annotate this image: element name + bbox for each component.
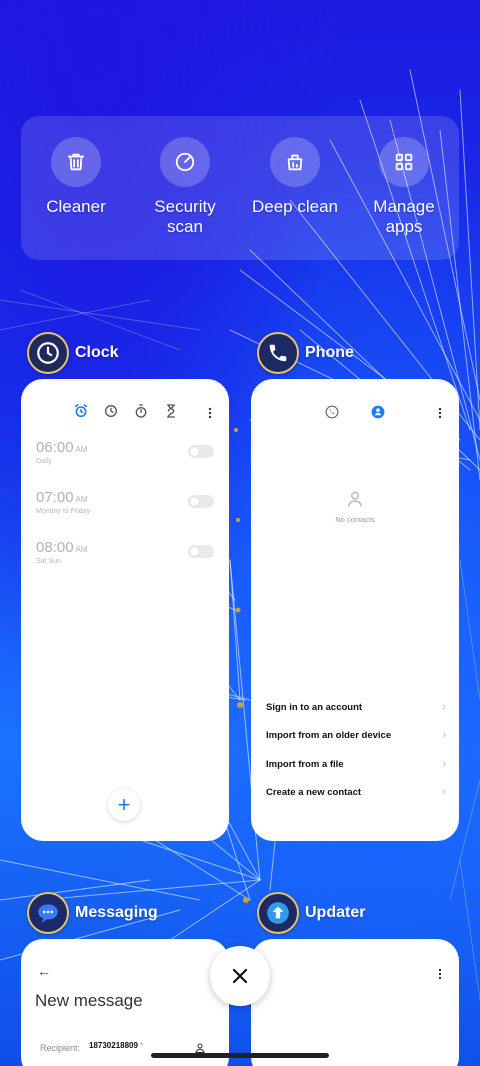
recipient-chip[interactable]: 18730218809 xyxy=(89,1041,138,1050)
alarm-toggle[interactable] xyxy=(188,445,214,458)
manage-apps-label: Manage apps xyxy=(373,197,435,236)
clock-app-icon xyxy=(27,332,69,374)
option-label: Sign in to an account xyxy=(266,702,363,713)
security-scan-label: Security scan xyxy=(154,197,216,236)
recipient-label: Recipient: xyxy=(40,1043,81,1053)
deep-clean-label: Deep clean xyxy=(251,197,338,216)
messaging-app-card[interactable]: ← New message Recipient: 18730218809 × xyxy=(21,939,229,1066)
alarm-row[interactable]: 08:00 AM Sat Sun xyxy=(36,539,214,573)
manage-apps-button[interactable]: Manage apps xyxy=(349,116,459,260)
remove-recipient-icon[interactable]: × xyxy=(140,1042,144,1048)
phone-app-card[interactable]: No contacts Sign in to an account › Impo… xyxy=(251,379,459,841)
close-all-button[interactable] xyxy=(210,946,270,1006)
updater-app-icon xyxy=(257,892,299,934)
phone-app-header[interactable]: Phone xyxy=(257,332,354,374)
sign-in-option[interactable]: Sign in to an account › xyxy=(266,701,446,713)
add-alarm-button[interactable]: + xyxy=(108,789,140,821)
clock-app-card[interactable]: 06:00 AM Daily 07:00 AM Monday to Friday 0… xyxy=(21,379,229,841)
new-message-title: New message xyxy=(35,991,143,1010)
updater-app-card[interactable] xyxy=(251,939,459,1066)
contacts-tab-icon[interactable] xyxy=(371,405,385,419)
back-arrow-icon[interactable]: ← xyxy=(37,963,51,979)
alarm-row[interactable]: 06:00 AM Daily xyxy=(36,439,214,473)
alarm-repeat: Monday to Friday xyxy=(36,508,91,515)
phone-app-name: Phone xyxy=(305,344,354,361)
chevron-right-icon: › xyxy=(442,701,446,713)
messaging-app-name: Messaging xyxy=(75,904,158,921)
quick-actions-panel: Cleaner Security scan Deep clean Manage … xyxy=(21,116,459,260)
alarm-ampm: AM xyxy=(75,495,88,504)
clock-more-options-icon[interactable] xyxy=(208,407,212,419)
alarm-toggle[interactable] xyxy=(188,545,214,558)
world-clock-tab-icon[interactable] xyxy=(103,403,119,419)
updater-app-name: Updater xyxy=(305,904,366,921)
updater-more-options-icon[interactable] xyxy=(438,968,442,980)
deep-clean-button[interactable]: Deep clean xyxy=(240,116,350,260)
alarm-tab-icon[interactable] xyxy=(73,403,89,419)
messaging-app-header[interactable]: Messaging xyxy=(27,892,158,934)
clock-app-name: Clock xyxy=(75,344,119,361)
create-contact-option[interactable]: Create a new contact › xyxy=(266,786,446,798)
option-label: Import from an older device xyxy=(266,730,392,741)
cleaner-label: Cleaner xyxy=(46,197,106,216)
import-file-option[interactable]: Import from a file › xyxy=(266,758,446,770)
chevron-right-icon: › xyxy=(442,758,446,770)
timer-tab-icon[interactable] xyxy=(163,403,179,419)
alarm-ampm: AM xyxy=(75,545,88,554)
stopwatch-tab-icon[interactable] xyxy=(133,403,149,419)
close-icon xyxy=(232,968,248,984)
home-indicator[interactable] xyxy=(151,1053,329,1058)
cleaner-button[interactable]: Cleaner xyxy=(21,116,131,260)
gauge-icon xyxy=(160,137,210,187)
updater-app-header[interactable]: Updater xyxy=(257,892,365,934)
alarm-ampm: AM xyxy=(75,445,88,454)
phone-tab-bar xyxy=(325,405,385,419)
bag-icon xyxy=(270,137,320,187)
messaging-app-icon xyxy=(27,892,69,934)
phone-app-icon xyxy=(257,332,299,374)
alarm-time: 06:00 xyxy=(36,439,74,456)
no-contacts-text: No contacts xyxy=(335,515,375,524)
import-older-device-option[interactable]: Import from an older device › xyxy=(266,729,446,741)
trash-icon xyxy=(51,137,101,187)
alarm-repeat: Daily xyxy=(36,458,52,465)
phone-more-options-icon[interactable] xyxy=(438,407,442,419)
alarm-time: 07:00 xyxy=(36,489,74,506)
alarm-row[interactable]: 07:00 AM Monday to Friday xyxy=(36,489,214,523)
chevron-right-icon: › xyxy=(442,786,446,798)
option-label: Import from a file xyxy=(266,759,344,770)
empty-contact-icon xyxy=(347,491,363,507)
security-scan-button[interactable]: Security scan xyxy=(130,116,240,260)
alarm-repeat: Sat Sun xyxy=(36,558,61,565)
clock-tab-bar xyxy=(73,403,179,419)
clock-app-header[interactable]: Clock xyxy=(27,332,119,374)
alarm-toggle[interactable] xyxy=(188,495,214,508)
chevron-right-icon: › xyxy=(442,729,446,741)
option-label: Create a new contact xyxy=(266,787,362,798)
alarm-time: 08:00 xyxy=(36,539,74,556)
recents-tab-icon[interactable] xyxy=(325,405,339,419)
grid-icon xyxy=(379,137,429,187)
